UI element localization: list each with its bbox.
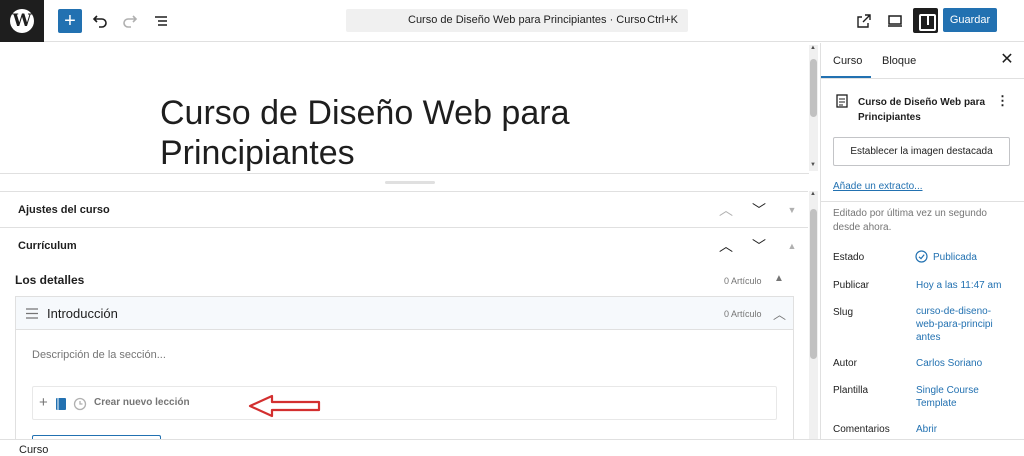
new-lesson-row[interactable]: + Crear nuevo lección (32, 386, 777, 420)
wordpress-logo-icon[interactable]: W (0, 0, 44, 42)
add-block-button[interactable]: + (58, 9, 82, 33)
meta-boxes-resize-handle[interactable] (0, 173, 809, 190)
metabox-curriculum[interactable]: Currículum ︿ ﹀ ▲ (0, 227, 808, 263)
slug-label: Slug (833, 307, 854, 318)
tab-course[interactable]: Curso (833, 55, 862, 67)
comments-value[interactable]: Abrir (916, 423, 937, 436)
section-header[interactable]: Introducción 0 Artículo ︿ (16, 297, 793, 330)
view-external-icon[interactable] (852, 9, 876, 33)
editor-canvas: Curso de Diseño Web para Principiantes (0, 43, 820, 173)
toggle-panel-icon[interactable]: ▼ (782, 200, 802, 220)
post-document-icon (836, 94, 848, 108)
metabox-scrollbar[interactable]: ▲ (809, 191, 818, 439)
command-shortcut: Ctrl+K (647, 14, 678, 26)
post-title[interactable]: Curso de Diseño Web para Principiantes (160, 93, 640, 173)
move-up-icon[interactable]: ︿ (716, 236, 736, 256)
status-label: Estado (833, 252, 865, 263)
settings-sidebar: Curso Bloque ✕ Curso de Diseño Web para … (820, 43, 1024, 439)
block-breadcrumb-bar: Curso (0, 439, 1024, 456)
annotation-arrow-icon (248, 394, 321, 418)
add-excerpt-link[interactable]: Añade un extracto... (833, 181, 923, 192)
template-label: Plantilla (833, 385, 869, 396)
editor-top-bar: W + Curso de Diseño Web para Principiant… (0, 0, 1024, 42)
metabox-title: Currículum (18, 240, 77, 252)
publish-label: Publicar (833, 280, 870, 291)
preview-device-icon[interactable] (883, 9, 907, 33)
sidebar-tabs: Curso Bloque ✕ (821, 43, 1024, 79)
set-featured-image-button[interactable]: Establecer la imagen destacada (833, 137, 1010, 166)
publish-date-value[interactable]: Hoy a las 11:47 am (916, 279, 1001, 292)
breadcrumb-item[interactable]: Curso (19, 444, 48, 456)
curriculum-details-heading: Los detalles (15, 273, 85, 287)
command-title: Curso de Diseño Web para Principiantes ·… (408, 14, 646, 26)
add-icon[interactable]: + (39, 394, 48, 411)
metabox-course-settings[interactable]: Ajustes del curso ︿ ﹀ ▼ (0, 191, 808, 227)
template-value[interactable]: Single Course Template (916, 384, 996, 410)
close-icon[interactable]: ✕ (998, 51, 1016, 69)
metabox-title: Ajustes del curso (18, 204, 110, 216)
undo-icon[interactable] (88, 9, 112, 33)
settings-sidebar-toggle-icon[interactable] (913, 8, 938, 33)
collapse-all-icon[interactable]: ▲ (774, 273, 784, 284)
tab-block[interactable]: Bloque (882, 55, 916, 67)
status-value[interactable]: Publicada (933, 251, 977, 264)
move-down-icon[interactable]: ﹀ (749, 236, 769, 256)
author-label: Autor (833, 358, 857, 369)
move-down-icon[interactable]: ﹀ (749, 200, 769, 220)
section-description-input[interactable]: Descripción de la sección... (32, 349, 166, 361)
last-edited-text: Editado por última vez un segundo desde … (833, 208, 987, 233)
move-up-icon[interactable]: ︿ (716, 200, 736, 220)
active-tab-indicator (821, 76, 871, 78)
more-options-icon[interactable]: ⋮ (996, 93, 1009, 109)
canvas-scrollbar[interactable]: ▲ ▼ (809, 45, 818, 171)
slug-value[interactable]: curso-de-diseno-web-para-principiantes (916, 305, 996, 344)
quiz-clock-icon[interactable] (73, 397, 87, 411)
section-title[interactable]: Introducción (47, 306, 118, 321)
published-check-icon (915, 250, 928, 263)
curriculum-section: Introducción 0 Artículo ︿ Descripción de… (15, 296, 794, 449)
drag-handle-icon[interactable] (26, 308, 38, 319)
comments-label: Comentarios (833, 424, 890, 435)
toggle-panel-icon[interactable]: ▲ (782, 236, 802, 256)
collapse-section-icon[interactable]: ︿ (773, 304, 786, 323)
document-overview-icon[interactable] (149, 9, 173, 33)
author-value[interactable]: Carlos Soriano (916, 357, 982, 370)
save-button[interactable]: Guardar (943, 8, 997, 32)
command-palette-bar[interactable]: Curso de Diseño Web para Principiantes ·… (346, 9, 688, 32)
lesson-book-icon[interactable] (55, 397, 67, 411)
details-item-count: 0 Artículo (724, 276, 762, 286)
redo-icon[interactable] (118, 9, 142, 33)
sidebar-post-title: Curso de Diseño Web para Principiantes (858, 97, 986, 123)
section-item-count: 0 Artículo (724, 309, 762, 319)
new-lesson-input[interactable]: Crear nuevo lección (94, 397, 190, 408)
